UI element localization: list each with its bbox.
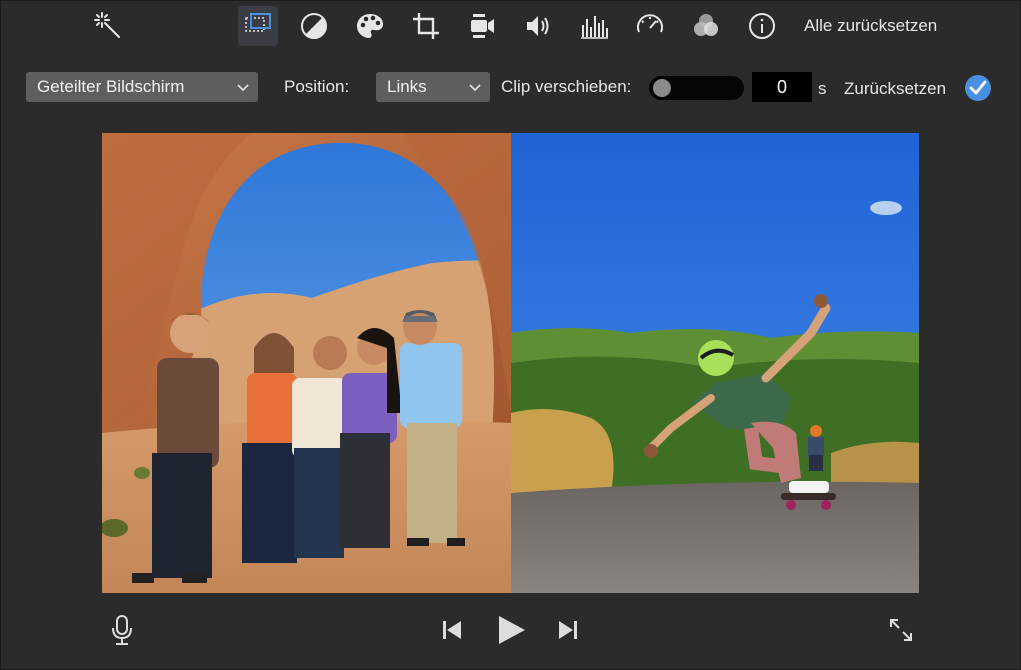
crop-icon[interactable] xyxy=(406,6,446,46)
position-label: Position: xyxy=(284,77,350,96)
play-icon[interactable] xyxy=(494,612,528,648)
left-clip-image xyxy=(102,133,511,593)
chevron-down-icon xyxy=(469,84,481,92)
right-clip-image xyxy=(511,133,919,593)
overlay-type-value: Geteilter Bildschirm xyxy=(37,77,185,96)
position-value: Links xyxy=(387,77,427,96)
magic-wand-icon[interactable] xyxy=(88,6,128,46)
clip-filter-icon[interactable] xyxy=(686,6,726,46)
info-icon[interactable] xyxy=(742,6,782,46)
skip-forward-icon[interactable] xyxy=(554,612,582,648)
color-correction-icon[interactable] xyxy=(350,6,390,46)
stabilization-icon[interactable] xyxy=(462,6,502,46)
video-overlay-icon[interactable] xyxy=(238,6,278,46)
skip-back-icon[interactable] xyxy=(438,612,466,648)
clip-shift-label: Clip verschieben: xyxy=(501,77,632,96)
playback-controls xyxy=(0,612,1021,648)
adjustments-toolbar: Alle zurücksetzen xyxy=(0,6,1021,46)
clip-shift-slider[interactable] xyxy=(649,76,744,100)
color-balance-icon[interactable] xyxy=(294,6,334,46)
overlay-controls: Geteilter Bildschirm Position: Links Cli… xyxy=(0,72,1021,104)
slider-knob[interactable] xyxy=(653,79,671,97)
overlay-type-select[interactable]: Geteilter Bildschirm xyxy=(26,72,258,102)
position-select[interactable]: Links xyxy=(376,72,490,102)
clip-shift-field[interactable]: 0 xyxy=(752,72,812,102)
reset-button[interactable]: Zurücksetzen xyxy=(844,79,946,99)
noise-reduction-equalizer-icon[interactable] xyxy=(574,6,614,46)
microphone-icon[interactable] xyxy=(108,612,136,648)
fullscreen-icon[interactable] xyxy=(886,612,916,648)
speed-icon[interactable] xyxy=(630,6,670,46)
chevron-down-icon xyxy=(237,84,249,92)
apply-checkmark-icon[interactable] xyxy=(963,73,993,103)
volume-icon[interactable] xyxy=(518,6,558,46)
video-viewer[interactable] xyxy=(102,133,919,593)
reset-all-button[interactable]: Alle zurücksetzen xyxy=(804,16,937,36)
seconds-unit: s xyxy=(818,79,827,98)
